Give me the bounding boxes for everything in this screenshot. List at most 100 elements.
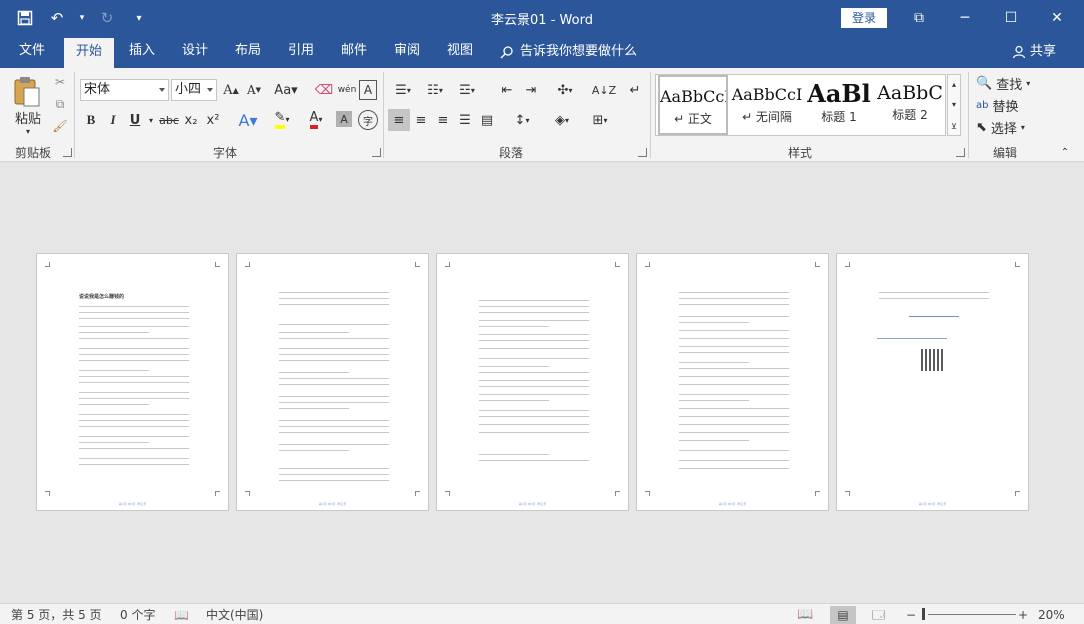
page-4[interactable]: 第1页 共5页 ·李云景 [636, 253, 829, 511]
paste-icon[interactable] [10, 74, 44, 110]
line-spacing-icon[interactable]: ↕ ▾ [508, 109, 536, 131]
paste-button[interactable]: 粘贴 [8, 108, 48, 127]
tell-me-search[interactable]: 告诉我你想要做什么 [500, 36, 637, 68]
numbering-icon[interactable]: ☷ ▾ [421, 80, 449, 100]
text-line [479, 306, 589, 307]
paragraph-launcher-icon[interactable] [638, 148, 647, 157]
grow-font-icon[interactable]: A ▲ [222, 80, 240, 100]
page-2[interactable]: 第1页 共5页 ·李云景 [236, 253, 429, 511]
zoom-slider-thumb[interactable] [922, 608, 925, 620]
bold-button[interactable]: B [82, 110, 100, 130]
highlight-color-icon[interactable]: ✎ ▾ [268, 108, 296, 130]
sort-icon[interactable]: A↓Z [592, 80, 616, 100]
font-name-combo[interactable]: 宋体 [80, 79, 169, 101]
tab-view[interactable]: 视图 [436, 36, 484, 68]
styles-launcher-icon[interactable] [956, 148, 965, 157]
collapse-ribbon-icon[interactable]: ⌃ [1058, 146, 1072, 158]
clipboard-launcher-icon[interactable] [63, 148, 72, 157]
page-5[interactable]: 第1页 共5页 ·李云景 [836, 253, 1029, 511]
italic-button[interactable]: I [104, 110, 122, 130]
style-heading-1[interactable]: AaBl 标题 1 [806, 75, 872, 135]
underline-button[interactable]: U [126, 110, 144, 130]
styles-scroll[interactable]: ▴ ▾ ⊻ [947, 74, 961, 136]
multilevel-list-icon[interactable]: ☲ ▾ [453, 80, 481, 100]
shading-icon[interactable]: ◈ ▾ [548, 109, 576, 131]
bullets-icon[interactable]: ☰ ▾ [389, 80, 417, 100]
customize-qat-icon[interactable]: ▾ [128, 8, 150, 28]
login-button[interactable]: 登录 [841, 8, 887, 28]
redo-icon[interactable]: ↻ [96, 8, 118, 28]
paste-dropdown-icon[interactable]: ▾ [22, 126, 34, 136]
chevron-up-icon[interactable]: ▴ [948, 77, 960, 91]
text-line [479, 410, 589, 411]
character-border-icon[interactable]: A [359, 80, 377, 100]
tab-mailings[interactable]: 邮件 [330, 36, 378, 68]
clear-formatting-icon[interactable]: ⌫ [313, 80, 335, 100]
tab-layout[interactable]: 布局 [224, 36, 272, 68]
text-effects-icon[interactable]: A▾ [234, 110, 262, 130]
select-button[interactable]: ⬉ 选择 ▾ [976, 117, 1036, 137]
tab-insert[interactable]: 插入 [118, 36, 166, 68]
justify-icon[interactable]: ☰ [455, 109, 475, 131]
zoom-slider[interactable] [928, 614, 1016, 615]
change-case-icon[interactable]: Aa▾ [272, 80, 300, 100]
tab-file[interactable]: 文件 [8, 36, 56, 68]
cut-icon[interactable]: ✂ [52, 74, 68, 90]
read-mode-icon[interactable]: 📖 [797, 606, 813, 624]
superscript-button[interactable]: x² [204, 110, 222, 130]
proofing-icon[interactable]: 📖 [174, 606, 189, 624]
maximize-icon[interactable]: ☐ [988, 0, 1034, 36]
ribbon-display-options-icon[interactable]: ⧉ [896, 0, 942, 36]
text-line [479, 300, 589, 301]
font-size-combo[interactable]: 小四 [171, 79, 217, 101]
zoom-out-icon[interactable]: − [906, 606, 916, 624]
undo-dropdown-icon[interactable]: ▾ [78, 8, 86, 28]
language-indicator[interactable]: 中文(中国) [206, 606, 263, 624]
find-button[interactable]: 🔍 查找 ▾ [976, 73, 1036, 93]
undo-icon[interactable]: ↶ [46, 8, 68, 28]
share-button[interactable]: 共享 [1012, 36, 1056, 68]
zoom-level[interactable]: 20% [1038, 606, 1065, 624]
tab-review[interactable]: 审阅 [383, 36, 431, 68]
tab-references[interactable]: 引用 [277, 36, 325, 68]
page-1[interactable]: 说说我是怎么赚钱的 第1页 共5页 ·李云景 [36, 253, 229, 511]
zoom-in-icon[interactable]: + [1018, 606, 1028, 624]
more-styles-icon[interactable]: ⊻ [948, 119, 960, 133]
enclose-characters-icon[interactable]: 字 [358, 110, 378, 130]
distributed-icon[interactable]: ▤ [477, 109, 497, 131]
chinese-layout-icon[interactable]: ✣ ▾ [551, 80, 579, 100]
font-color-icon[interactable]: A ▾ [302, 108, 330, 130]
save-icon[interactable] [14, 8, 36, 28]
align-left-icon[interactable]: ≡ [388, 109, 410, 131]
shrink-font-icon[interactable]: A ▼ [245, 80, 263, 100]
align-center-icon[interactable]: ≡ [411, 109, 431, 131]
minimize-icon[interactable]: ─ [942, 0, 988, 36]
strikethrough-button[interactable]: abc [158, 110, 180, 130]
copy-icon[interactable]: ⧉ [52, 96, 68, 112]
subscript-button[interactable]: x₂ [182, 110, 200, 130]
word-count[interactable]: 0 个字 [120, 606, 155, 624]
document-canvas[interactable]: 说说我是怎么赚钱的 第1页 共5页 ·李云景 第1页 共5页 ·李云景 第1页 共… [0, 163, 1084, 603]
align-right-icon[interactable]: ≡ [433, 109, 453, 131]
chevron-down-icon[interactable]: ▾ [948, 97, 960, 111]
tab-design[interactable]: 设计 [171, 36, 219, 68]
decrease-indent-icon[interactable]: ⇤ [497, 80, 517, 100]
increase-indent-icon[interactable]: ⇥ [521, 80, 541, 100]
page-count[interactable]: 第 5 页，共 5 页 [11, 606, 102, 624]
font-launcher-icon[interactable] [372, 148, 381, 157]
style-no-spacing[interactable]: AaBbCcI ↵ 无间隔 [731, 75, 803, 135]
phonetic-guide-icon[interactable]: wén [337, 78, 357, 102]
replace-button[interactable]: ab 替换 [976, 95, 1036, 115]
character-shading-icon[interactable]: A [336, 111, 352, 127]
web-layout-icon[interactable]: 🗔 [872, 606, 885, 624]
show-marks-icon[interactable]: ↵ [626, 80, 644, 100]
close-icon[interactable]: ✕ [1034, 0, 1080, 36]
tab-home[interactable]: 开始 [64, 38, 114, 68]
style-normal[interactable]: AaBbCcI ↵ 正文 [658, 75, 728, 135]
borders-icon[interactable]: ⊞ ▾ [586, 109, 614, 131]
page-3[interactable]: 第1页 共5页 ·李云景 [436, 253, 629, 511]
format-painter-icon[interactable]: 🖌 [52, 118, 68, 134]
print-layout-icon[interactable]: ▤ [830, 606, 856, 624]
style-heading-2[interactable]: AaBbC 标题 2 [876, 75, 944, 135]
underline-dropdown-icon[interactable]: ▾ [146, 110, 156, 130]
